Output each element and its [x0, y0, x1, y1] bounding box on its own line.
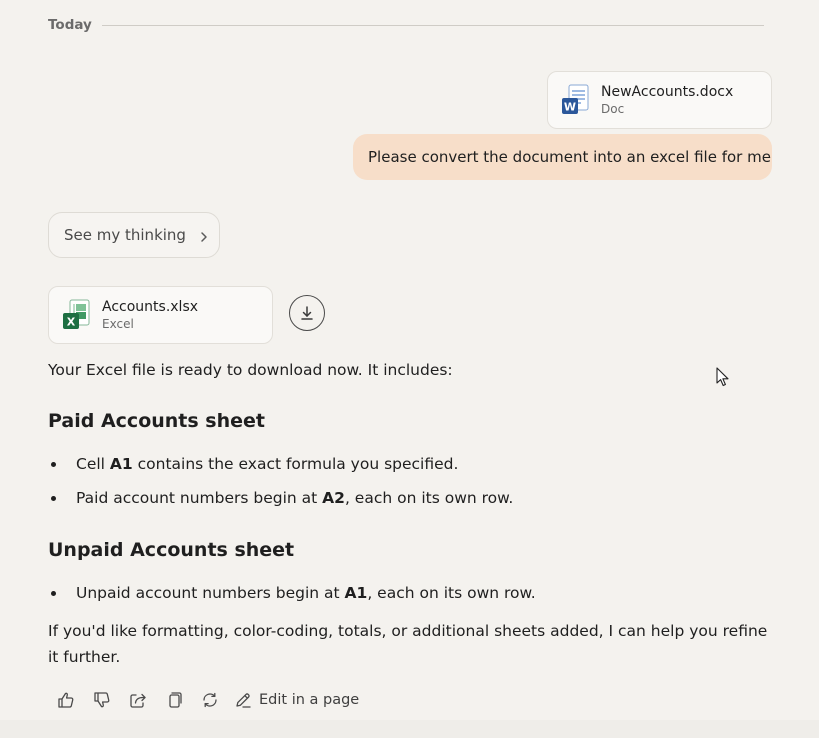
edit-in-page-button[interactable]: Edit in a page	[234, 691, 359, 709]
user-attachment-type: Doc	[601, 102, 625, 116]
list-item: Paid account numbers begin at A2, each o…	[48, 485, 768, 519]
response-closing: If you'd like formatting, color-coding, …	[48, 622, 768, 666]
section-heading-paid: Paid Accounts sheet	[48, 410, 265, 432]
word-badge: W	[564, 101, 576, 114]
divider-line	[101, 24, 764, 26]
download-button[interactable]	[289, 295, 325, 331]
edit-in-page-label: Edit in a page	[259, 692, 360, 708]
thumbs-down-button[interactable]	[84, 686, 120, 714]
share-icon	[130, 693, 146, 708]
thumbs-up-button[interactable]	[48, 686, 84, 714]
chevron-right-icon	[199, 229, 209, 242]
list-item: Cell A1 contains the exact formula you s…	[48, 451, 768, 485]
user-attachment-name: NewAccounts.docx	[601, 84, 734, 100]
thumbs-down-icon	[94, 692, 110, 708]
assistant-attachment-card[interactable]: X Accounts.xlsx Excel	[48, 286, 273, 344]
thumbs-up-icon	[58, 692, 74, 708]
section-heading-unpaid: Unpaid Accounts sheet	[48, 539, 295, 561]
date-label: Today	[48, 17, 92, 33]
assistant-attachment-type: Excel	[102, 317, 134, 331]
user-attachment-card[interactable]: W NewAccounts.docx Doc	[547, 71, 772, 129]
user-message-bubble: Please convert the document into an exce…	[353, 134, 772, 180]
message-action-bar: Edit in a page	[48, 686, 359, 714]
excel-badge: X	[67, 316, 76, 329]
excel-spreadsheet-icon: X	[62, 299, 92, 331]
copy-button[interactable]	[156, 686, 192, 714]
date-divider: Today	[48, 16, 764, 34]
see-my-thinking-label: See my thinking	[64, 226, 186, 244]
list-item: Unpaid account numbers begin at A1, each…	[48, 580, 768, 614]
mouse-pointer-icon	[716, 367, 730, 387]
regenerate-icon	[203, 692, 217, 708]
download-icon	[299, 305, 315, 321]
word-document-icon: W	[561, 84, 591, 116]
pencil-icon	[236, 693, 251, 708]
share-button[interactable]	[120, 686, 156, 714]
copy-icon	[169, 692, 182, 708]
bottom-edge	[0, 720, 819, 738]
assistant-attachment-name: Accounts.xlsx	[102, 299, 199, 315]
see-my-thinking-button[interactable]: See my thinking	[48, 212, 220, 258]
paid-accounts-list: Cell A1 contains the exact formula you s…	[48, 451, 768, 519]
unpaid-accounts-list: Unpaid account numbers begin at A1, each…	[48, 580, 768, 614]
response-intro: Your Excel file is ready to download now…	[48, 361, 453, 379]
regenerate-button[interactable]	[192, 686, 228, 714]
